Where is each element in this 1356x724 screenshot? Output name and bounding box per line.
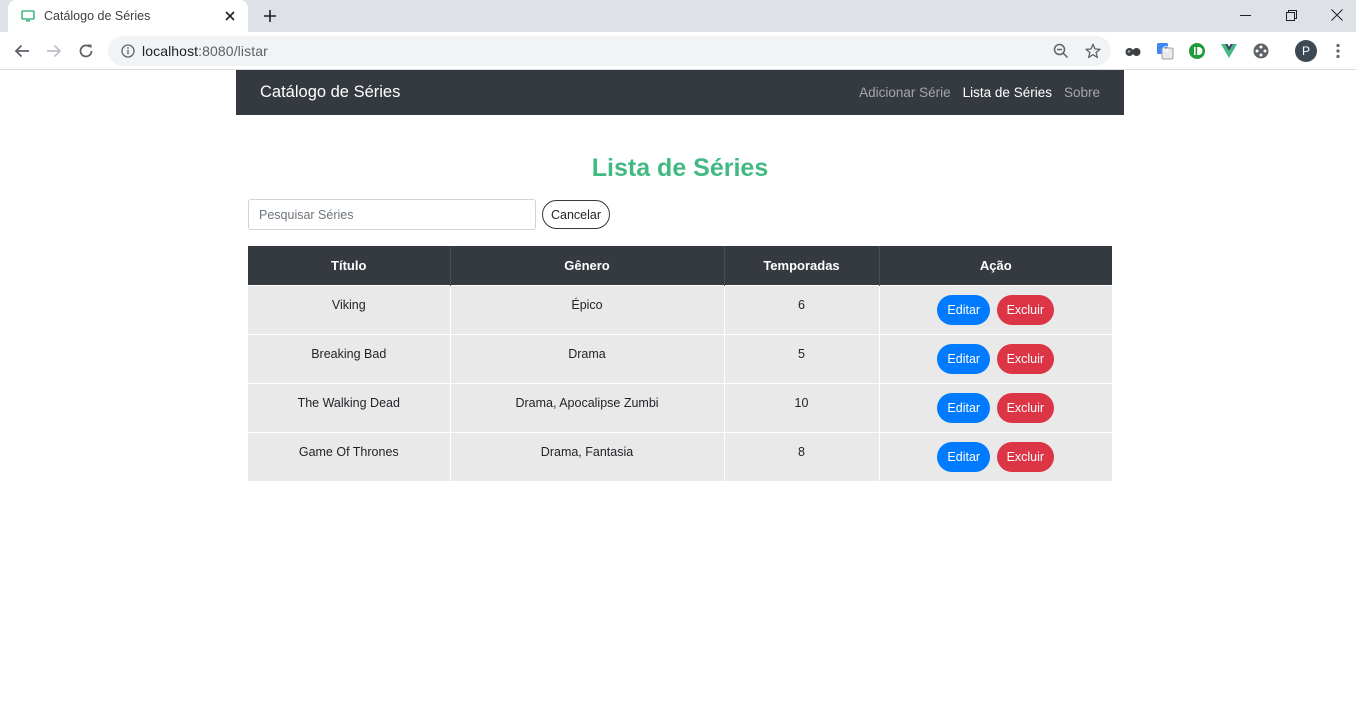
cell-titulo: Breaking Bad xyxy=(248,333,451,383)
url-text: localhost:8080/listar xyxy=(142,43,268,59)
cancel-button[interactable]: Cancelar xyxy=(542,200,611,229)
table-row: Game Of Thrones Drama, Fantasia 8 Editar… xyxy=(248,431,1112,481)
cell-titulo: The Walking Dead xyxy=(248,382,451,432)
cell-temporadas: 10 xyxy=(724,382,880,432)
svg-text:G: G xyxy=(1163,45,1169,54)
column-header-temporadas: Temporadas xyxy=(724,246,880,285)
cell-titulo: Viking xyxy=(248,284,451,334)
browser-tab[interactable]: Catálogo de Séries xyxy=(8,0,248,32)
cell-genero: Épico xyxy=(450,284,725,334)
table-header-row: Título Gênero Temporadas Ação xyxy=(248,246,1112,285)
nav-link-adicionar-serie[interactable]: Adicionar Série xyxy=(859,85,951,100)
table-row: The Walking Dead Drama, Apocalipse Zumbi… xyxy=(248,382,1112,432)
cell-temporadas: 6 xyxy=(724,284,880,334)
close-tab-icon[interactable] xyxy=(222,8,238,24)
search-input[interactable] xyxy=(248,199,536,230)
minimize-icon[interactable] xyxy=(1222,0,1268,30)
edit-button[interactable]: Editar xyxy=(937,392,991,423)
info-icon[interactable] xyxy=(120,43,136,59)
navbar-links: Adicionar Série Lista de Séries Sobre xyxy=(859,85,1100,100)
tab-title: Catálogo de Séries xyxy=(44,9,151,23)
address-bar[interactable]: localhost:8080/listar xyxy=(108,36,1111,66)
nav-link-lista-de-series[interactable]: Lista de Séries xyxy=(963,85,1052,100)
cell-temporadas: 5 xyxy=(724,333,880,383)
url-path: :8080/listar xyxy=(198,43,268,59)
star-icon[interactable] xyxy=(1081,39,1105,63)
cell-acao: Editar Excluir xyxy=(879,333,1112,383)
extension-binoculars-icon[interactable] xyxy=(1121,39,1145,63)
cell-acao: Editar Excluir xyxy=(879,431,1112,481)
reload-icon[interactable] xyxy=(72,37,100,65)
page-viewport: Catálogo de Séries Adicionar Série Lista… xyxy=(0,70,1356,724)
delete-button[interactable]: Excluir xyxy=(996,343,1055,374)
cell-acao: Editar Excluir xyxy=(879,284,1112,334)
column-header-genero: Gênero xyxy=(450,246,725,285)
search-row: Cancelar xyxy=(248,199,611,230)
url-host: localhost xyxy=(142,43,199,59)
forward-icon[interactable] xyxy=(40,37,68,65)
edit-button[interactable]: Editar xyxy=(937,294,991,325)
cell-titulo: Game Of Thrones xyxy=(248,431,451,481)
table-row: Viking Épico 6 Editar Excluir xyxy=(248,284,1112,334)
column-header-acao: Ação xyxy=(879,246,1112,285)
profile-avatar[interactable]: P xyxy=(1295,40,1317,62)
series-table: Título Gênero Temporadas Ação Viking Épi… xyxy=(248,246,1112,481)
cell-genero: Drama, Fantasia xyxy=(450,431,725,481)
edit-button[interactable]: Editar xyxy=(937,343,991,374)
new-tab-button[interactable] xyxy=(258,5,282,27)
monitor-icon xyxy=(21,9,35,23)
edit-button[interactable]: Editar xyxy=(937,441,991,472)
table-row: Breaking Bad Drama 5 Editar Excluir xyxy=(248,333,1112,383)
cell-genero: Drama xyxy=(450,333,725,383)
zoom-out-icon[interactable] xyxy=(1049,39,1073,63)
back-icon[interactable] xyxy=(8,37,36,65)
extension-id-icon[interactable] xyxy=(1185,39,1209,63)
cell-temporadas: 8 xyxy=(724,431,880,481)
cell-genero: Drama, Apocalipse Zumbi xyxy=(450,382,725,432)
delete-button[interactable]: Excluir xyxy=(996,392,1055,423)
column-header-titulo: Título xyxy=(248,246,451,285)
browser-menu-icon[interactable] xyxy=(1328,39,1348,63)
restore-icon[interactable] xyxy=(1268,0,1314,30)
close-window-icon[interactable] xyxy=(1314,0,1356,30)
delete-button[interactable]: Excluir xyxy=(996,294,1055,325)
page-title: Lista de Séries xyxy=(591,154,769,182)
top-navbar: Catálogo de Séries Adicionar Série Lista… xyxy=(236,70,1124,115)
browser-toolbar: localhost:8080/listar G P xyxy=(0,32,1356,70)
navbar-brand[interactable]: Catálogo de Séries xyxy=(260,83,859,102)
delete-button[interactable]: Excluir xyxy=(996,441,1055,472)
extension-film-icon[interactable] xyxy=(1249,39,1273,63)
cell-acao: Editar Excluir xyxy=(879,382,1112,432)
extension-vue-icon[interactable] xyxy=(1217,39,1241,63)
extension-translate-icon[interactable]: G xyxy=(1153,39,1177,63)
browser-tabstrip: Catálogo de Séries xyxy=(0,0,1356,32)
nav-link-sobre[interactable]: Sobre xyxy=(1064,85,1100,100)
